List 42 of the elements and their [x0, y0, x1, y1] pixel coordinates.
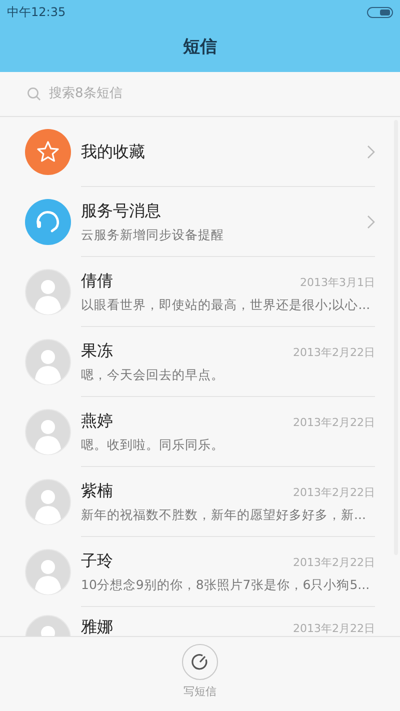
contact-name: 我的收藏 [81, 140, 145, 162]
person-avatar-icon [25, 339, 71, 385]
chevron-right-icon [367, 214, 375, 228]
conversation-row[interactable]: 燕婷 2013年2月22日 嗯。收到啦。同乐同乐。 [0, 397, 400, 467]
search-icon [27, 87, 41, 101]
screen-title: 短信 [183, 36, 217, 60]
contact-name: 燕婷 [81, 410, 113, 432]
contact-name: 子玲 [81, 550, 113, 572]
contact-name: 紫楠 [81, 480, 113, 502]
chevron-right-icon [367, 144, 375, 158]
person-avatar-icon [25, 409, 71, 455]
message-preview: 以眼看世界，即使站的最高，世界还是很小;以心... [81, 296, 372, 314]
message-date: 2013年3月1日 [300, 274, 375, 291]
conversation-row[interactable]: 紫楠 2013年2月22日 新年的祝福数不胜数，新年的愿望好多好多，新... [0, 467, 400, 537]
conversation-row[interactable]: 倩倩 2013年3月1日 以眼看世界，即使站的最高，世界还是很小;以心... [0, 257, 400, 327]
conversation-row[interactable]: 果冻 2013年2月22日 嗯，今天会回去的早点。 [0, 327, 400, 397]
conversation-row[interactable]: 我的收藏 [0, 117, 400, 187]
headset-avatar-icon [25, 199, 71, 245]
conversation-row[interactable]: 子玲 2013年2月22日 10分想念9别的你，8张照片7张是你，6只小狗5... [0, 537, 400, 607]
search-field[interactable]: 搜索8条短信 [49, 84, 373, 104]
contact-name: 服务号消息 [81, 200, 161, 222]
message-date: 2013年2月22日 [293, 554, 375, 571]
person-avatar-icon [25, 269, 71, 315]
message-preview: 新年的祝福数不胜数，新年的愿望好多好多，新... [81, 506, 367, 524]
message-date: 2013年2月22日 [293, 414, 375, 431]
message-preview: 云服务新增同步设备提醒 [81, 226, 225, 244]
pen-circle-icon [191, 653, 209, 671]
contact-name: 果冻 [81, 340, 113, 362]
person-avatar-icon [25, 479, 71, 525]
message-date: 2013年2月22日 [293, 621, 375, 636]
contact-name: 雅娜 [81, 616, 113, 636]
message-date: 2013年2月22日 [293, 484, 375, 501]
message-preview: 10分想念9别的你，8张照片7张是你，6只小狗5... [81, 576, 371, 594]
conversation-row[interactable]: 服务号消息 云服务新增同步设备提醒 [0, 187, 400, 257]
status-time: 中午12:35 [7, 4, 66, 21]
contact-name: 倩倩 [81, 270, 113, 292]
message-preview: 嗯。收到啦。同乐同乐。 [81, 436, 225, 454]
person-avatar-icon [25, 549, 71, 595]
battery-icon [367, 6, 393, 18]
message-date: 2013年2月22日 [293, 344, 375, 361]
message-preview: 嗯，今天会回去的早点。 [81, 366, 225, 384]
star-avatar-icon [25, 129, 71, 175]
